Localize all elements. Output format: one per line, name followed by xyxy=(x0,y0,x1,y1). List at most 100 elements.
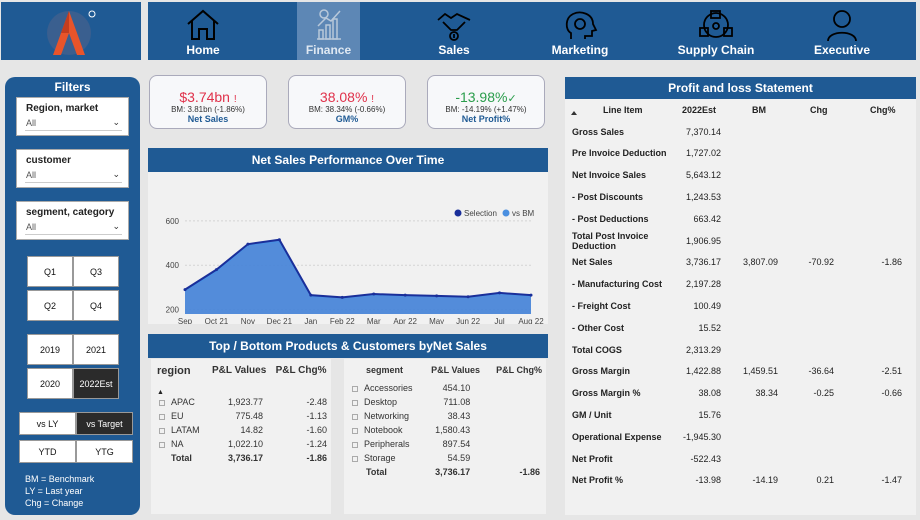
segment-values-header[interactable]: P&L Values xyxy=(425,359,486,381)
nav-supply-chain[interactable]: Supply Chain xyxy=(668,2,764,60)
chevron-down-icon: ⌄ xyxy=(112,169,120,179)
vs-ly-button[interactable]: vs LY xyxy=(19,412,76,435)
pl-row[interactable]: Net Profit % -13.98 -14.19 0.21 -1.47 xyxy=(565,470,914,492)
selection-area[interactable] xyxy=(185,239,531,314)
pl-header-chg[interactable]: Chg xyxy=(796,99,852,121)
pl-value-chg-pct xyxy=(852,295,914,317)
kpi-net-sales[interactable]: $3.74bn ! BM: 3.81bn (-1.86%) Net Sales xyxy=(149,75,267,129)
year-2019-button[interactable]: 2019 xyxy=(27,334,73,365)
pl-line-item: - Manufacturing Cost xyxy=(572,279,662,290)
pl-value-bm xyxy=(740,121,796,143)
selection-data-point[interactable] xyxy=(277,238,281,242)
net-sales-area-chart[interactable]: Selection vs BM 200 400 600 Sep21 Oct 21 Nov2… xyxy=(148,172,548,337)
pl-row[interactable]: - Other Cost 15.52 xyxy=(565,317,914,339)
vs-target-button[interactable]: vs Target xyxy=(76,412,133,435)
pl-row[interactable]: Gross Margin % 38.08 38.34 -0.25 -0.66 xyxy=(565,382,914,404)
pl-row[interactable]: - Manufacturing Cost 2,197.28 xyxy=(565,273,914,295)
pl-row[interactable]: Pre Invoice Deduction 1,727.02 xyxy=(565,143,914,165)
pl-row[interactable]: Total Post Invoice Deduction 1,906.95 xyxy=(565,230,914,252)
segment-name: Networking xyxy=(364,411,410,421)
pl-row[interactable]: - Freight Cost 100.49 xyxy=(565,295,914,317)
ytg-button[interactable]: YTG xyxy=(76,440,133,463)
region-slicer-label: Region, market xyxy=(26,103,99,114)
kpi-net-sales-name: Net Sales xyxy=(187,114,229,124)
segment-chg-header[interactable]: P&L Chg% xyxy=(486,359,546,381)
pl-value-2022est: 1,727.02 xyxy=(685,148,721,159)
x-tick-label: Feb 22 xyxy=(330,317,355,324)
selection-data-point[interactable] xyxy=(372,292,376,296)
year-2020-button[interactable]: 2020 xyxy=(27,368,73,399)
selection-data-point[interactable] xyxy=(246,242,250,246)
region-values-header[interactable]: P&L Values xyxy=(207,359,271,395)
pl-row[interactable]: Gross Sales 7,370.14 xyxy=(565,121,914,143)
nav-sales-label: Sales xyxy=(438,43,470,57)
nav-home[interactable]: Home xyxy=(148,2,258,60)
segment-table-card: segment P&L Values P&L Chg% Accessories 4… xyxy=(344,359,546,514)
pl-row[interactable]: Net Profit -522.43 xyxy=(565,448,914,470)
region-row[interactable]: NA 1,022.10 -1.24 xyxy=(157,437,331,451)
segment-row[interactable]: Notebook 1,580.43 xyxy=(350,423,546,437)
customer-slicer[interactable]: customer All ⌄ xyxy=(16,149,129,188)
pl-value-chg xyxy=(796,339,852,361)
segment-row[interactable]: Desktop 711.08 xyxy=(350,395,546,409)
kpi-net-sales-benchmark: BM: 3.81bn (-1.86%) xyxy=(171,105,245,114)
pl-row[interactable]: - Post Deductions 663.42 xyxy=(565,208,914,230)
nav-executive[interactable]: Executive xyxy=(803,2,881,60)
pl-value-bm xyxy=(740,317,796,339)
pl-header-chg-pct[interactable]: Chg% xyxy=(852,99,914,121)
region-chg-header[interactable]: P&L Chg% xyxy=(271,359,331,395)
kpi-net-profit[interactable]: -13.98%✓ BM: -14.19% (+1.47%) Net Profit… xyxy=(427,75,545,129)
nav-finance[interactable]: Finance xyxy=(297,2,360,60)
segment-dropdown[interactable]: All ⌄ xyxy=(25,221,122,235)
quarter-q4-button[interactable]: Q4 xyxy=(73,290,119,321)
selection-data-point[interactable] xyxy=(435,294,439,298)
quarter-q1-button[interactable]: Q1 xyxy=(27,256,73,287)
pl-header-bm[interactable]: BM xyxy=(740,99,796,121)
nav-marketing[interactable]: Marketing xyxy=(540,2,620,60)
segment-value: All xyxy=(26,222,37,232)
year-2022est-button[interactable]: 2022Est xyxy=(73,368,119,399)
pl-row[interactable]: Net Invoice Sales 5,643.12 xyxy=(565,164,914,186)
region-slicer[interactable]: Region, market All ⌄ xyxy=(16,97,129,136)
segment-slicer[interactable]: segment, category All ⌄ xyxy=(16,201,129,240)
segment-row[interactable]: Storage 54.59 xyxy=(350,451,546,465)
region-row[interactable]: EU 775.48 -1.13 xyxy=(157,409,331,423)
pl-value-chg-pct xyxy=(852,339,914,361)
selection-data-point[interactable] xyxy=(466,295,470,299)
region-row[interactable]: LATAM 14.82 -1.60 xyxy=(157,423,331,437)
pl-line-item: Net Sales xyxy=(572,257,613,268)
customer-dropdown[interactable]: All ⌄ xyxy=(25,169,122,183)
quarter-q3-button[interactable]: Q3 xyxy=(73,256,119,287)
selection-data-point[interactable] xyxy=(183,288,187,292)
ytd-button[interactable]: YTD xyxy=(19,440,76,463)
region-header[interactable]: region xyxy=(157,359,207,395)
selection-data-point[interactable] xyxy=(214,268,218,272)
selection-data-point[interactable] xyxy=(498,291,502,295)
pl-header-2022est[interactable]: 2022Est xyxy=(682,99,740,121)
segment-row[interactable]: Accessories 454.10 xyxy=(350,381,546,395)
pl-value-chg: -36.64 xyxy=(808,366,834,377)
pl-row[interactable]: - Post Discounts 1,243.53 xyxy=(565,186,914,208)
segment-row[interactable]: Networking 38.43 xyxy=(350,409,546,423)
pl-value-chg-pct xyxy=(852,186,914,208)
nav-sales[interactable]: Sales xyxy=(410,2,498,60)
region-dropdown[interactable]: All ⌄ xyxy=(25,117,122,131)
legend-bm-dot xyxy=(502,209,510,217)
pl-row[interactable]: Total COGS 2,313.29 xyxy=(565,339,914,361)
selection-data-point[interactable] xyxy=(403,293,407,297)
pl-row[interactable]: Gross Margin 1,422.88 1,459.51 -36.64 -2.51 xyxy=(565,361,914,383)
selection-data-point[interactable] xyxy=(309,293,313,297)
year-2021-button[interactable]: 2021 xyxy=(73,334,119,365)
selection-data-point[interactable] xyxy=(529,293,533,297)
segment-row[interactable]: Peripherals 897.54 xyxy=(350,437,546,451)
quarter-q2-button[interactable]: Q2 xyxy=(27,290,73,321)
segment-table: segment P&L Values P&L Chg% Accessories 4… xyxy=(350,359,546,479)
segment-header[interactable]: segment xyxy=(350,359,425,381)
region-row[interactable]: APAC 1,923.77 -2.48 xyxy=(157,395,331,409)
pl-header-line-item[interactable]: Line Item xyxy=(565,99,682,121)
kpi-gm[interactable]: 38.08% ! BM: 38.34% (-0.66%) GM% xyxy=(288,75,406,129)
selection-data-point[interactable] xyxy=(340,295,344,299)
pl-row[interactable]: GM / Unit 15.76 xyxy=(565,404,914,426)
pl-row[interactable]: Net Sales 3,736.17 3,807.09 -70.92 -1.86 xyxy=(565,252,914,274)
pl-row[interactable]: Operational Expense -1,945.30 xyxy=(565,426,914,448)
